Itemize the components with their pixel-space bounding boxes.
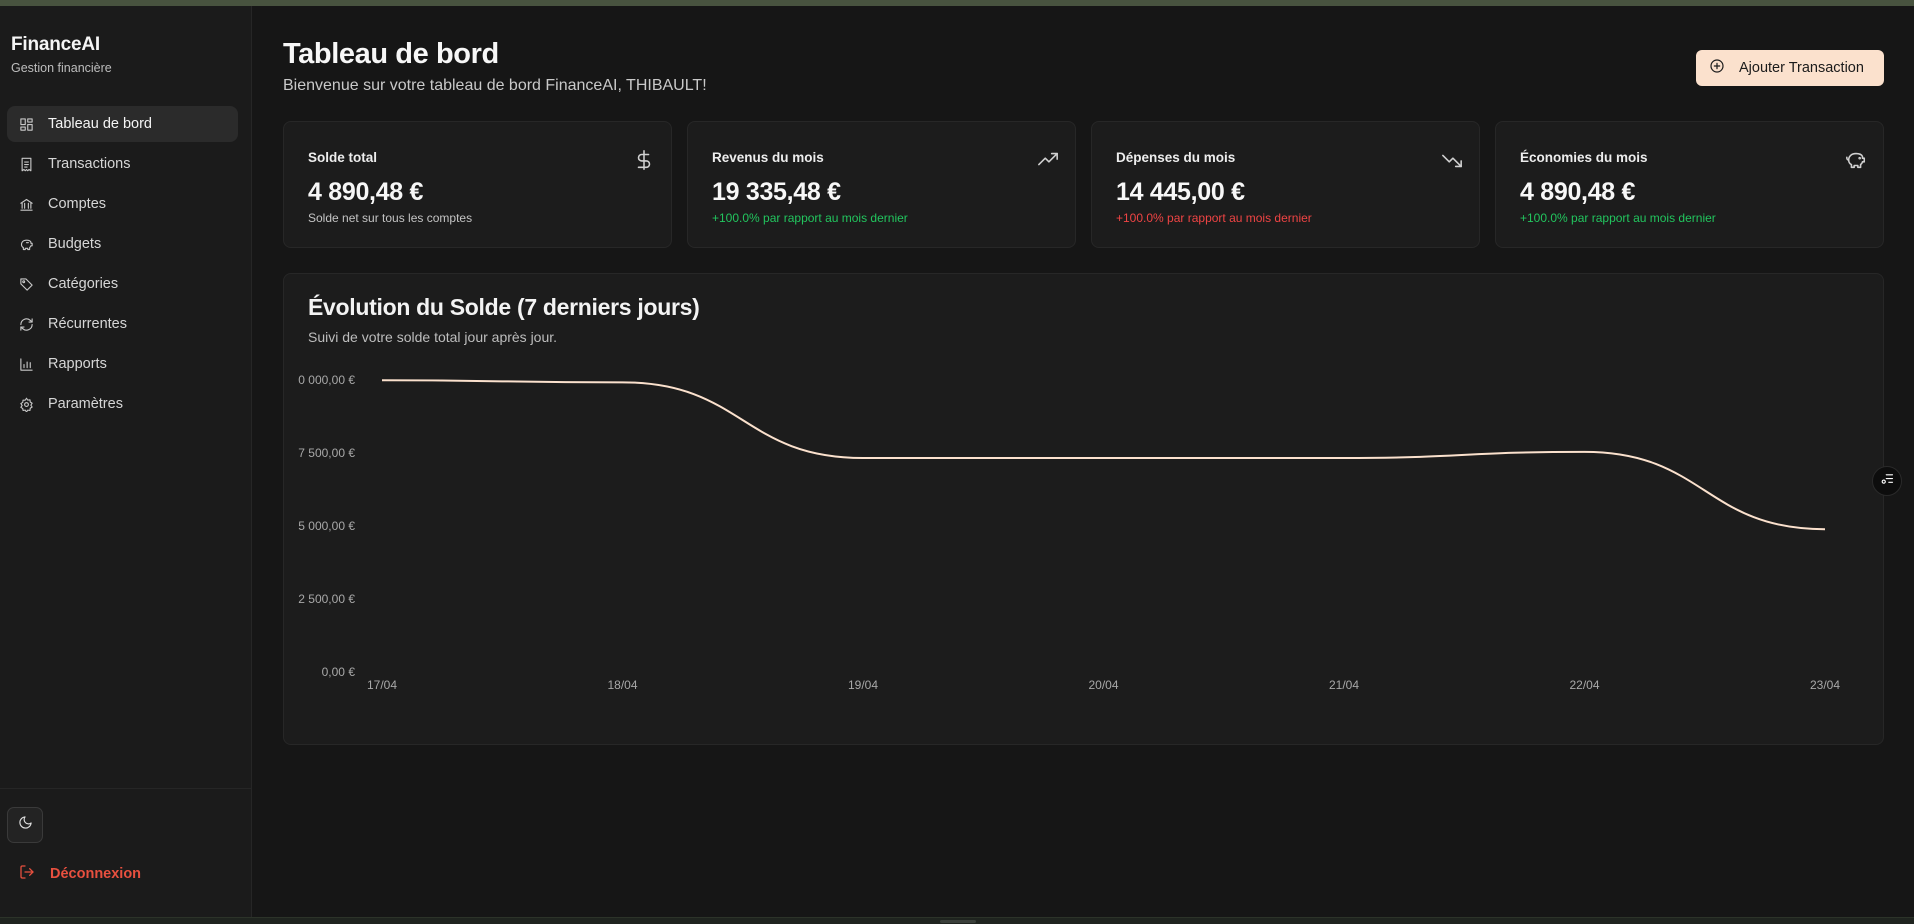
sidebar-item-recurring[interactable]: Récurrentes xyxy=(7,306,238,342)
x-tick-label: 17/04 xyxy=(367,678,397,692)
card-title: Revenus du mois xyxy=(712,150,824,165)
card-value: 19 335,48 € xyxy=(712,178,841,206)
brand: FinanceAI Gestion financière xyxy=(11,34,112,75)
card-note: Solde net sur tous les comptes xyxy=(308,211,473,225)
refresh-icon xyxy=(18,316,34,332)
sliders-icon xyxy=(1880,471,1895,491)
add-transaction-label: Ajouter Transaction xyxy=(1739,60,1864,76)
stat-card-monthly-expenses: Dépenses du mois 14 445,00 € +100.0% par… xyxy=(1091,121,1480,248)
sidebar-item-settings[interactable]: Paramètres xyxy=(7,386,238,422)
tag-icon xyxy=(18,276,34,292)
add-transaction-button[interactable]: Ajouter Transaction xyxy=(1696,50,1884,86)
sidebar-item-transactions[interactable]: Transactions xyxy=(7,146,238,182)
balance-series-line xyxy=(381,379,1826,531)
logout-button[interactable]: Déconnexion xyxy=(19,864,141,884)
x-tick-label: 23/04 xyxy=(1810,678,1840,692)
gear-icon xyxy=(18,396,34,412)
sidebar-item-budgets[interactable]: Budgets xyxy=(7,226,238,262)
dollar-icon xyxy=(633,149,655,171)
card-note: +100.0% par rapport au mois dernier xyxy=(712,211,908,225)
sidebar-item-categories[interactable]: Catégories xyxy=(7,266,238,302)
card-value: 4 890,48 € xyxy=(308,178,424,206)
receipt-icon xyxy=(18,156,34,172)
page-subtitle: Bienvenue sur votre tableau de bord Fina… xyxy=(283,77,707,94)
y-tick-label: 5 000,00 € xyxy=(298,519,355,533)
stat-card-monthly-savings: Économies du mois 4 890,48 € +100.0% par… xyxy=(1495,121,1884,248)
window-top-strip xyxy=(0,0,1914,6)
sidebar-item-label: Récurrentes xyxy=(48,316,127,332)
card-title: Solde total xyxy=(308,150,378,165)
sidebar-item-accounts[interactable]: Comptes xyxy=(7,186,238,222)
sidebar: FinanceAI Gestion financière Tableau de … xyxy=(0,6,252,917)
card-value: 4 890,48 € xyxy=(1520,178,1636,206)
logout-icon xyxy=(19,864,50,884)
sidebar-item-label: Rapports xyxy=(48,356,107,372)
trending-up-icon xyxy=(1037,149,1059,171)
bank-icon xyxy=(18,196,34,212)
card-note: +100.0% par rapport au mois dernier xyxy=(1116,211,1312,225)
y-tick-label: 0,00 € xyxy=(322,665,356,679)
page-title: Tableau de bord xyxy=(283,38,499,70)
dashboard-icon xyxy=(18,116,34,132)
x-tick-label: 19/04 xyxy=(848,678,878,692)
x-tick-label: 22/04 xyxy=(1569,678,1599,692)
sidebar-item-label: Paramètres xyxy=(48,396,123,412)
floating-settings-button[interactable] xyxy=(1872,466,1902,496)
x-tick-label: 21/04 xyxy=(1329,678,1359,692)
bar-chart-icon xyxy=(18,356,34,372)
balance-chart-card: Évolution du Solde (7 derniers jours) Su… xyxy=(283,273,1884,745)
x-tick-label: 20/04 xyxy=(1088,678,1118,692)
balance-line-chart: 0,00 € 2 500,00 € 5 000,00 € 7 500,00 € 0 00… xyxy=(298,373,1840,692)
x-tick-label: 18/04 xyxy=(607,678,637,692)
y-tick-label: 7 500,00 € xyxy=(298,446,355,460)
sidebar-divider xyxy=(0,788,252,789)
sidebar-nav: Tableau de bord Transactions Comptes Bud… xyxy=(7,106,238,426)
y-tick-label: 2 500,00 € xyxy=(298,592,355,606)
plus-circle-icon xyxy=(1709,58,1739,78)
brand-subtitle: Gestion financière xyxy=(11,61,112,75)
sidebar-item-label: Transactions xyxy=(48,156,131,172)
sidebar-item-label: Comptes xyxy=(48,196,107,212)
piggy-bank-icon xyxy=(18,236,34,252)
sidebar-item-reports[interactable]: Rapports xyxy=(7,346,238,382)
theme-toggle-button[interactable] xyxy=(7,807,43,843)
logout-label: Déconnexion xyxy=(50,866,142,882)
card-note: +100.0% par rapport au mois dernier xyxy=(1520,211,1716,225)
sidebar-item-dashboard[interactable]: Tableau de bord xyxy=(7,106,238,142)
window-bottom-strip xyxy=(0,917,1914,924)
stat-card-total-balance: Solde total 4 890,48 € Solde net sur tou… xyxy=(283,121,672,248)
sidebar-item-label: Budgets xyxy=(48,236,102,252)
card-title: Dépenses du mois xyxy=(1116,150,1236,165)
stat-card-monthly-income: Revenus du mois 19 335,48 € +100.0% par … xyxy=(687,121,1076,248)
trending-down-icon xyxy=(1441,149,1463,171)
resize-handle[interactable] xyxy=(940,920,976,923)
y-tick-label: 0 000,00 € xyxy=(298,373,355,387)
card-value: 14 445,00 € xyxy=(1116,178,1245,206)
moon-icon xyxy=(18,815,33,835)
brand-title: FinanceAI xyxy=(11,34,100,55)
sidebar-item-label: Tableau de bord xyxy=(48,116,152,132)
sidebar-item-label: Catégories xyxy=(48,276,119,292)
piggy-bank-icon xyxy=(1845,149,1867,171)
card-title: Économies du mois xyxy=(1520,150,1648,165)
